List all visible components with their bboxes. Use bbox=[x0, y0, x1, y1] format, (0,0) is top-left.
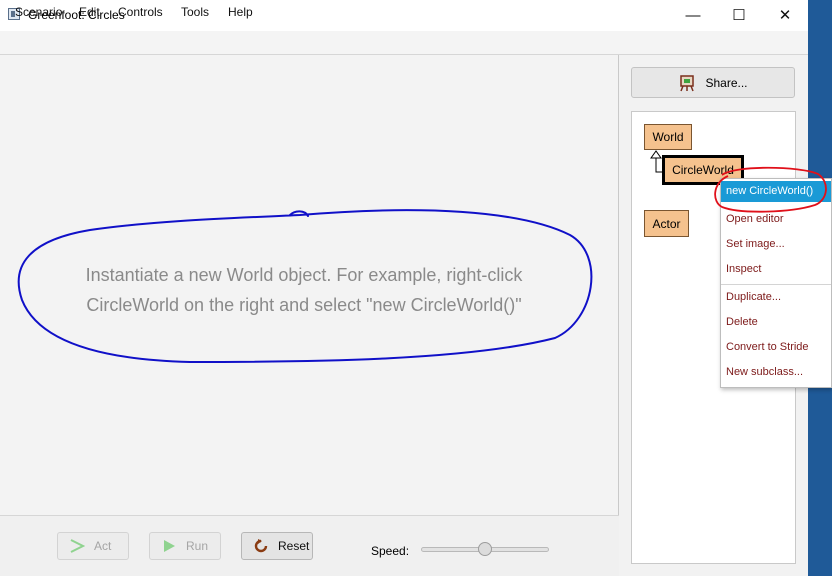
run-button[interactable]: Run bbox=[149, 532, 221, 560]
share-easel-icon bbox=[678, 74, 696, 92]
blue-annotation-ellipse bbox=[17, 209, 593, 364]
menu-duplicate[interactable]: Duplicate... bbox=[726, 291, 781, 303]
run-label: Run bbox=[186, 539, 209, 553]
close-button[interactable]: ✕ bbox=[762, 0, 808, 30]
speed-label: Speed: bbox=[371, 544, 410, 558]
maximize-button[interactable]: ☐ bbox=[716, 0, 762, 30]
act-chevron-icon bbox=[68, 539, 86, 553]
act-label: Act bbox=[94, 539, 112, 553]
actor-class-box[interactable]: Actor bbox=[644, 210, 689, 237]
reset-label: Reset bbox=[278, 539, 310, 553]
speed-slider-thumb[interactable] bbox=[478, 542, 492, 556]
world-class-box[interactable]: World bbox=[644, 124, 692, 150]
class-context-menu bbox=[720, 178, 832, 388]
reset-icon bbox=[252, 538, 270, 554]
menu-set-image[interactable]: Set image... bbox=[726, 238, 785, 250]
menu-open-editor[interactable]: Open editor bbox=[726, 213, 783, 225]
menu-delete[interactable]: Delete bbox=[726, 316, 758, 328]
run-play-icon bbox=[160, 539, 178, 553]
reset-button[interactable]: Reset bbox=[241, 532, 313, 560]
menu-inspect[interactable]: Inspect bbox=[726, 263, 761, 275]
minimize-button[interactable]: — bbox=[670, 0, 716, 30]
menu-separator bbox=[721, 284, 831, 285]
share-button[interactable]: Share... bbox=[631, 67, 795, 98]
menu-new-subclass[interactable]: New subclass... bbox=[726, 366, 803, 378]
share-label: Share... bbox=[705, 75, 748, 90]
menu-convert-to-stride[interactable]: Convert to Stride bbox=[726, 341, 809, 353]
menu-new-circleworld[interactable]: new CircleWorld() bbox=[726, 185, 813, 197]
act-button[interactable]: Act bbox=[57, 532, 129, 560]
